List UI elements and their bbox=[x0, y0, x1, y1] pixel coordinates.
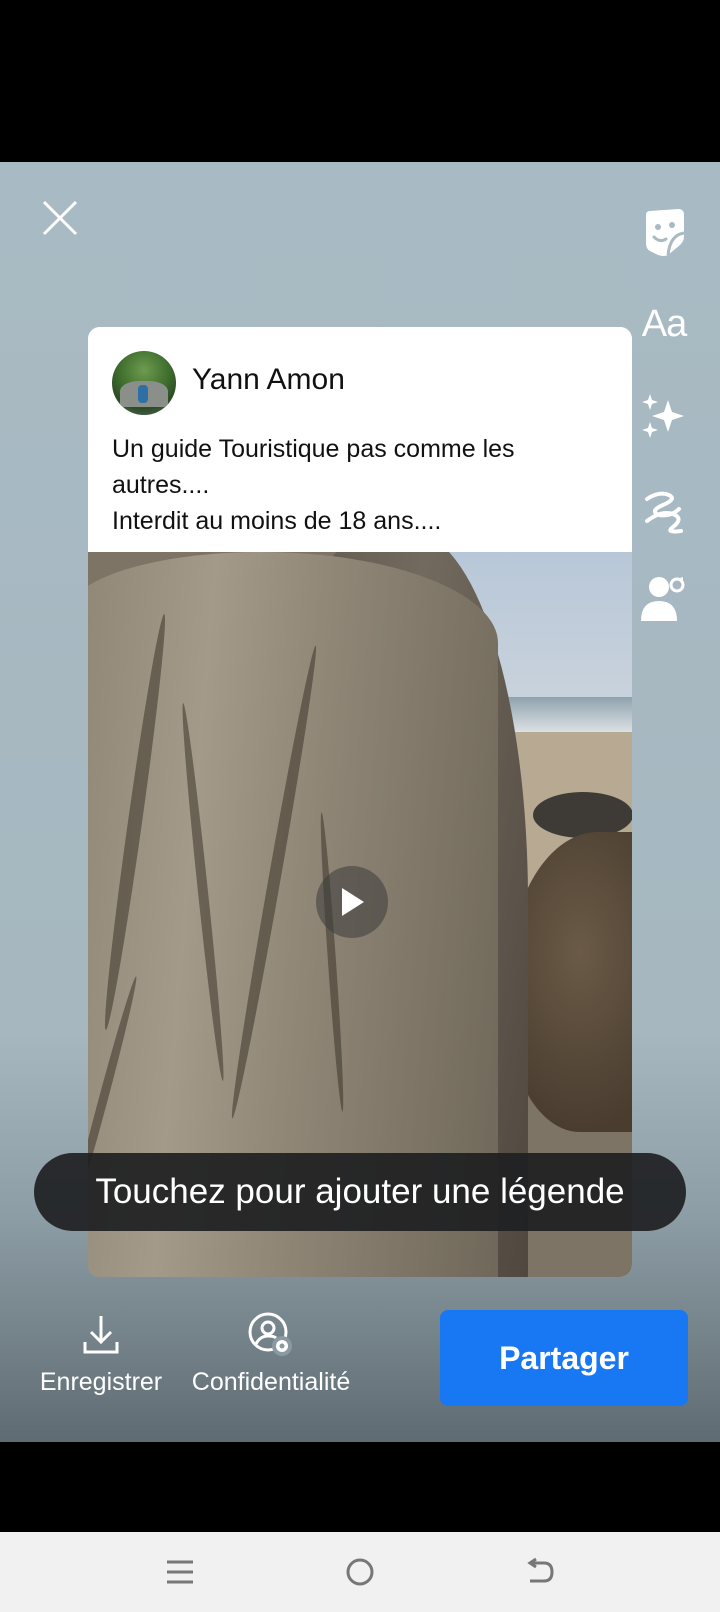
back-icon bbox=[527, 1557, 554, 1583]
menu-icon bbox=[167, 1560, 193, 1584]
share-button[interactable]: Partager bbox=[440, 1310, 688, 1406]
story-editor: Aa Yann Amon Un guide Touristique pas co… bbox=[0, 162, 720, 1442]
home-circle-icon bbox=[346, 1558, 374, 1586]
back-button[interactable] bbox=[520, 1552, 560, 1592]
text-icon: Aa bbox=[641, 302, 687, 345]
sticker-icon bbox=[646, 209, 685, 256]
sticker-button[interactable] bbox=[638, 206, 690, 258]
privacy-button[interactable]: Confidentialité bbox=[178, 1312, 364, 1397]
post-caption-line: Interdit au moins de 18 ans.... bbox=[112, 507, 442, 535]
close-button[interactable] bbox=[38, 196, 82, 240]
post-author-name: Yann Amon bbox=[192, 363, 345, 396]
close-icon bbox=[42, 200, 78, 236]
privacy-label: Confidentialité bbox=[191, 1368, 351, 1396]
add-caption-input[interactable]: Touchez pour ajouter une légende bbox=[34, 1153, 686, 1231]
add-caption-placeholder: Touchez pour ajouter une légende bbox=[95, 1172, 625, 1211]
text-tool-button[interactable]: Aa bbox=[638, 298, 690, 350]
draw-icon bbox=[645, 491, 683, 534]
post-caption-line: autres.... bbox=[112, 471, 210, 499]
effects-icon bbox=[642, 394, 684, 438]
system-navigation-bar bbox=[0, 1532, 720, 1612]
bottom-spacer bbox=[0, 1442, 720, 1532]
save-label: Enregistrer bbox=[39, 1368, 163, 1396]
privacy-settings-icon bbox=[248, 1312, 292, 1356]
tag-people-icon bbox=[641, 577, 685, 621]
play-icon bbox=[342, 888, 364, 916]
play-button[interactable] bbox=[316, 866, 388, 938]
status-bar-area bbox=[0, 0, 720, 162]
avatar bbox=[112, 351, 176, 415]
download-icon bbox=[83, 1316, 119, 1354]
tag-people-button[interactable] bbox=[638, 572, 690, 624]
post-caption-line: Un guide Touristique pas comme les bbox=[112, 435, 515, 463]
post-caption: Un guide Touristique pas comme les autre… bbox=[112, 431, 602, 539]
effects-button[interactable] bbox=[638, 390, 690, 442]
save-button[interactable]: Enregistrer bbox=[33, 1312, 169, 1397]
home-button[interactable] bbox=[340, 1552, 380, 1592]
draw-button[interactable] bbox=[638, 486, 690, 538]
post-header: Yann Amon Un guide Touristique pas comme… bbox=[88, 327, 632, 552]
recent-apps-button[interactable] bbox=[160, 1552, 200, 1592]
shared-post-card[interactable]: Yann Amon Un guide Touristique pas comme… bbox=[88, 327, 632, 1277]
